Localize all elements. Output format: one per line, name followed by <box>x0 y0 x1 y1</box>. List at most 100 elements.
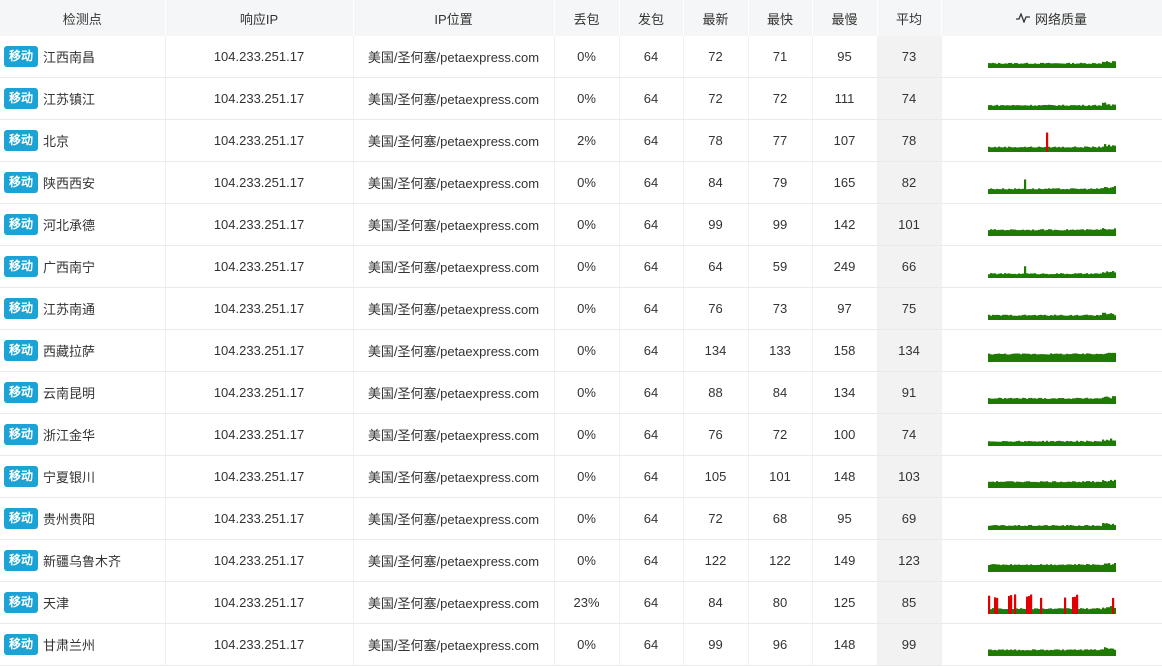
table-row[interactable]: 移动 江西南昌 104.233.251.17 美国/圣何塞/petaexpress.c… <box>0 36 1162 78</box>
header-node[interactable]: 检测点 <box>0 0 166 36</box>
spark-bar <box>1013 104 1016 110</box>
spark-bar <box>1107 523 1110 530</box>
spark-bar <box>1109 564 1112 572</box>
spark-bar <box>1063 229 1066 236</box>
spark-bar <box>1033 147 1036 152</box>
spark-bar <box>1071 315 1074 320</box>
spark-bar <box>1109 438 1112 446</box>
header-quality[interactable]: 网络质量 <box>941 0 1162 36</box>
spark-bar <box>1085 607 1088 614</box>
table-row[interactable]: 移动 云南昆明 104.233.251.17 美国/圣何塞/petaexpress.c… <box>0 371 1162 414</box>
spark-bar <box>1003 314 1006 320</box>
spark-bar <box>1109 647 1112 656</box>
header-ip[interactable]: 响应IP <box>165 0 354 36</box>
cell-average: 66 <box>877 245 942 288</box>
spark-bar <box>1091 480 1094 488</box>
spark-bar <box>1085 314 1088 320</box>
table-row[interactable]: 移动 甘肃兰州 104.233.251.17 美国/圣何塞/petaexpress.c… <box>0 623 1162 666</box>
spark-bar <box>1031 187 1034 194</box>
table-row[interactable]: 移动 浙江金华 104.233.251.17 美国/圣何塞/petaexpress.c… <box>0 413 1162 456</box>
spark-bar <box>1051 62 1054 68</box>
spark-bar <box>1103 440 1106 446</box>
spark-bar <box>1071 397 1074 404</box>
cell-latest: 84 <box>683 581 749 624</box>
table-row[interactable]: 移动 贵州贵阳 104.233.251.17 美国/圣何塞/petaexpress.c… <box>0 497 1162 540</box>
spark-bar <box>991 607 994 614</box>
header-location[interactable]: IP位置 <box>353 0 555 36</box>
spark-bar <box>1099 105 1102 110</box>
spark-bar <box>1095 397 1098 404</box>
spark-bar <box>1021 229 1024 236</box>
spark-bar <box>1019 315 1022 320</box>
spark-bar <box>999 441 1002 446</box>
header-fastest[interactable]: 最快 <box>748 0 813 36</box>
spark-bar <box>1069 229 1072 236</box>
spark-bar <box>1079 607 1082 614</box>
spark-bar <box>1017 397 1020 404</box>
cell-sent: 64 <box>619 371 684 414</box>
header-latest[interactable]: 最新 <box>683 0 749 36</box>
cell-loss: 0% <box>554 77 620 120</box>
spark-bar <box>1067 105 1070 110</box>
spark-bar <box>1107 352 1110 362</box>
spark-bar <box>987 273 990 278</box>
spark-bar <box>1051 229 1054 236</box>
cell-slowest: 142 <box>812 203 878 246</box>
cell-slowest: 148 <box>812 623 878 666</box>
header-sent[interactable]: 发包 <box>619 0 684 36</box>
spark-bar <box>1107 562 1110 572</box>
spark-bar <box>1049 273 1052 278</box>
table-row[interactable]: 移动 江苏镇江 104.233.251.17 美国/圣何塞/petaexpress.c… <box>0 77 1162 120</box>
spark-bar <box>1041 62 1044 68</box>
spark-bar <box>1019 525 1022 530</box>
spark-bar <box>1069 273 1072 278</box>
table-row[interactable]: 移动 西藏拉萨 104.233.251.17 美国/圣何塞/petaexpress.c… <box>0 329 1162 372</box>
spark-bar <box>999 481 1002 488</box>
spark-bar <box>1069 187 1072 194</box>
table-row[interactable]: 移动 北京 104.233.251.17 美国/圣何塞/petaexpress.com… <box>0 119 1162 162</box>
cell-latest: 64 <box>683 245 749 288</box>
spark-bar <box>1083 353 1086 362</box>
table-row[interactable]: 移动 新疆乌鲁木齐 104.233.251.17 美国/圣何塞/petaexpress… <box>0 539 1162 582</box>
spark-bar <box>1081 649 1084 656</box>
table-row[interactable]: 移动 江苏南通 104.233.251.17 美国/圣何塞/petaexpress.c… <box>0 287 1162 330</box>
spark-bar <box>1113 314 1116 320</box>
cell-node: 移动 陕西西安 <box>0 161 166 204</box>
spark-bar <box>1019 441 1022 446</box>
table-row[interactable]: 移动 广西南宁 104.233.251.17 美国/圣何塞/petaexpress.c… <box>0 245 1162 288</box>
spark-bar <box>1067 188 1070 194</box>
table-row[interactable]: 移动 陕西西安 104.233.251.17 美国/圣何塞/petaexpress.c… <box>0 161 1162 204</box>
header-loss[interactable]: 丢包 <box>554 0 620 36</box>
spark-bar <box>1011 480 1014 488</box>
table-row[interactable]: 移动 天津 104.233.251.17 美国/圣何塞/petaexpress.com… <box>0 581 1162 624</box>
table-row[interactable]: 移动 宁夏银川 104.233.251.17 美国/圣何塞/petaexpress.c… <box>0 455 1162 498</box>
spark-bar <box>1035 63 1038 68</box>
network-quality-sparkline <box>987 312 1116 320</box>
spark-bar <box>1029 188 1032 194</box>
spark-bar <box>1091 145 1094 152</box>
cell-slowest: 249 <box>812 245 878 288</box>
header-slowest[interactable]: 最慢 <box>812 0 878 36</box>
cell-latest: 99 <box>683 203 749 246</box>
cell-ip: 104.233.251.17 <box>165 413 354 456</box>
carrier-badge: 移动 <box>4 550 39 571</box>
spark-bar <box>1101 312 1104 320</box>
spark-bar <box>1075 525 1078 530</box>
spark-bar <box>1019 105 1022 110</box>
spark-bar <box>1057 353 1060 362</box>
spark-bar <box>995 188 998 194</box>
header-average[interactable]: 平均 <box>877 0 942 36</box>
spark-bar <box>1003 353 1006 362</box>
spark-bar <box>1089 147 1092 152</box>
spark-bar <box>1097 397 1100 404</box>
spark-bar <box>1073 272 1076 278</box>
spark-bar <box>1041 525 1044 530</box>
spark-bar <box>1069 104 1072 110</box>
spark-bar <box>1063 273 1066 278</box>
spark-bar <box>1011 229 1014 236</box>
spark-bar <box>1097 481 1100 488</box>
spark-bar <box>1079 105 1082 110</box>
table-row[interactable]: 移动 河北承德 104.233.251.17 美国/圣何塞/petaexpress.c… <box>0 203 1162 246</box>
spark-bar <box>995 146 998 152</box>
spark-bar <box>1009 314 1012 320</box>
